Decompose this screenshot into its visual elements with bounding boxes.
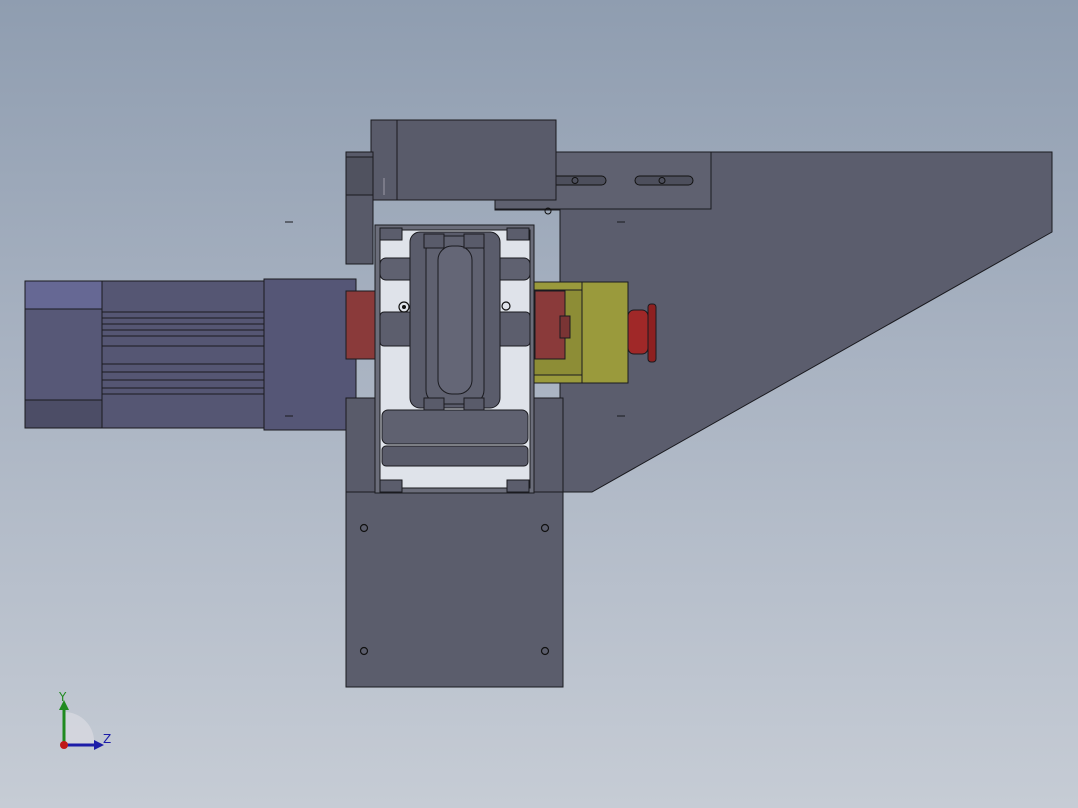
track-wheel[interactable] <box>398 231 511 411</box>
estop-knob[interactable] <box>627 303 657 363</box>
lower-roller[interactable] <box>381 409 529 467</box>
cad-viewport[interactable]: Y Z <box>0 0 1078 808</box>
y-axis-label: Y <box>58 690 67 704</box>
motor[interactable] <box>24 221 357 431</box>
orientation-triad[interactable]: Y Z <box>58 690 111 750</box>
x-axis-dot <box>60 741 68 749</box>
brake-right[interactable] <box>534 290 571 360</box>
z-axis-label: Z <box>103 732 111 746</box>
cad-model-view[interactable]: Y Z <box>0 0 1078 808</box>
